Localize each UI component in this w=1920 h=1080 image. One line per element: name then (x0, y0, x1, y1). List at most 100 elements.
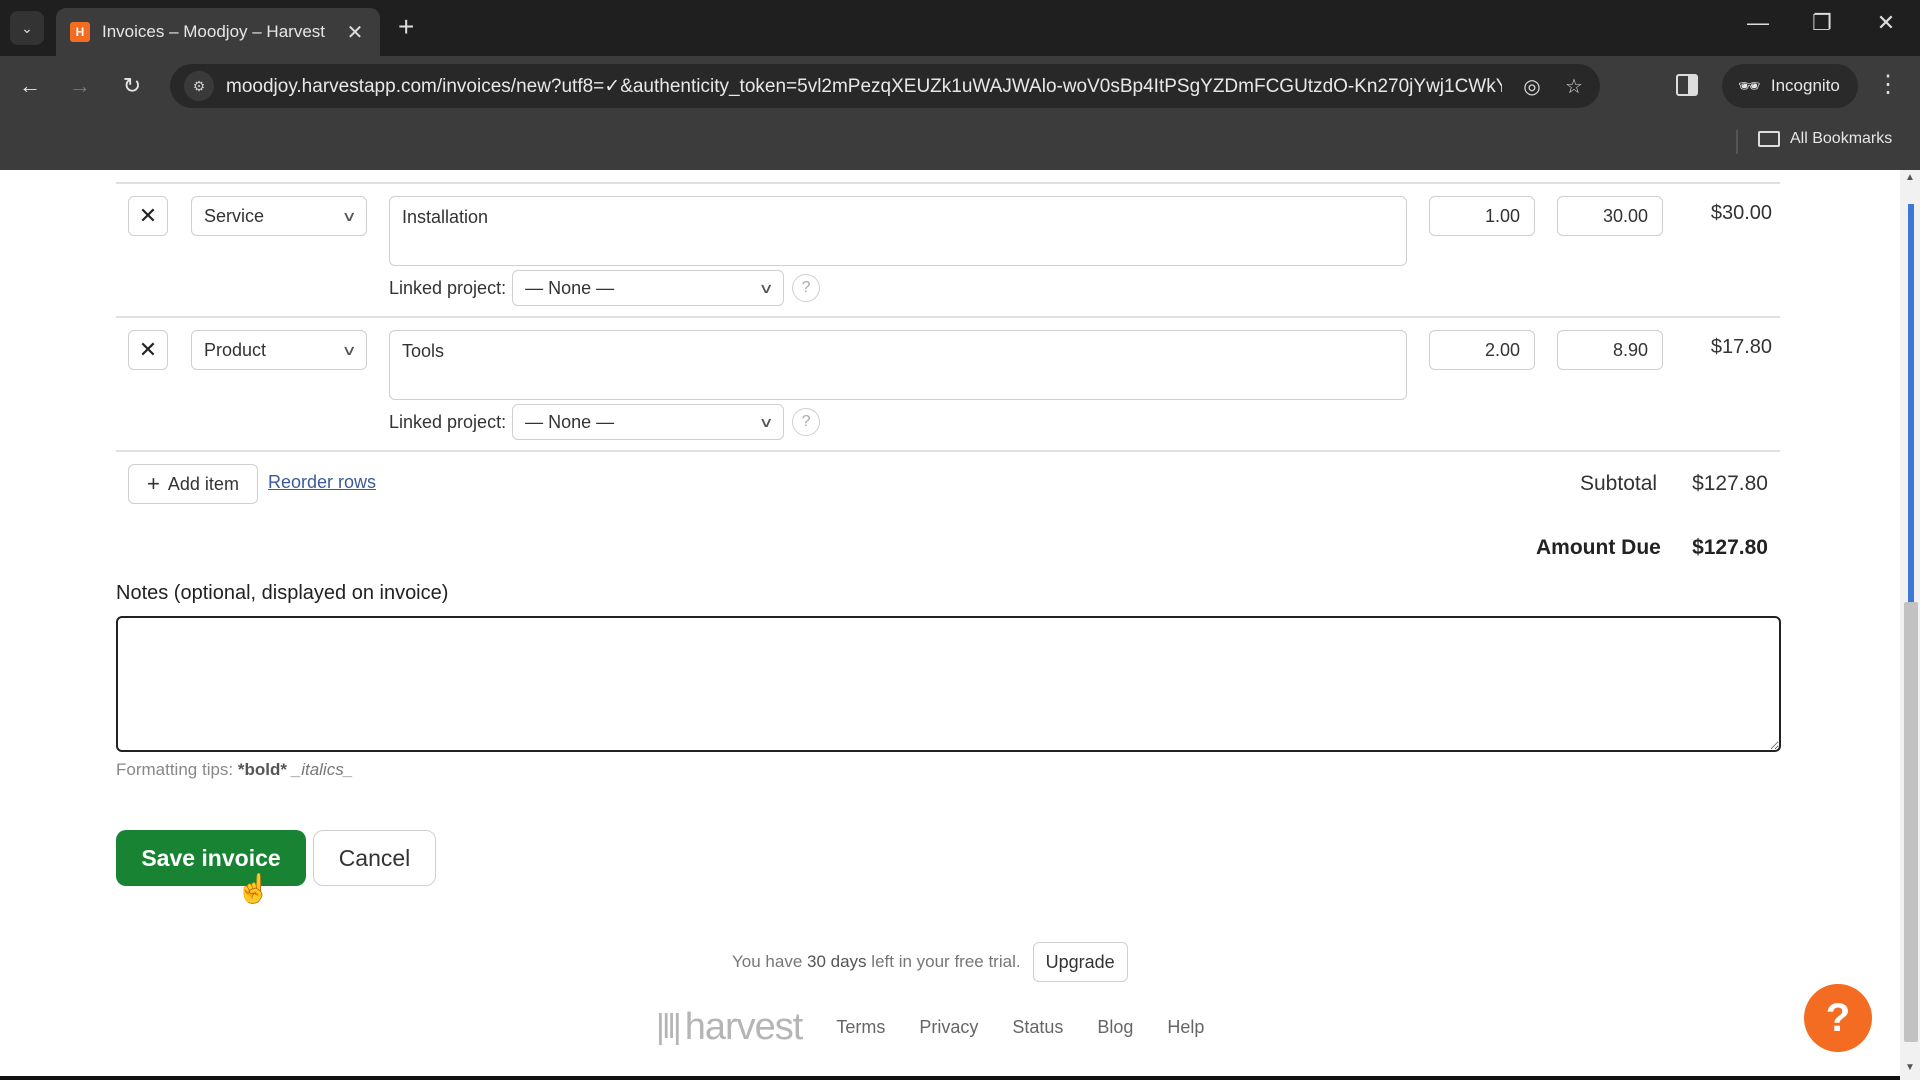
trial-suffix: left in your free trial. (871, 952, 1021, 971)
close-icon: ✕ (138, 337, 158, 362)
item-kind-select[interactable]: Service ∨ (191, 196, 367, 236)
remove-line-item-button[interactable]: ✕ (128, 330, 168, 370)
amount-due-label: Amount Due (1536, 536, 1661, 559)
item-amount: $30.00 (1710, 202, 1772, 224)
reorder-rows-link[interactable]: Reorder rows (268, 472, 376, 493)
linked-project-label: Linked project: (389, 411, 507, 432)
scroll-up-arrow-icon[interactable]: ▲ (1900, 172, 1920, 188)
help-icon[interactable]: ? (792, 274, 821, 302)
formatting-tips: Formatting tips: *bold* _italics_ (116, 760, 353, 780)
chevron-down-icon: ∨ (758, 279, 774, 296)
item-unit-price-input[interactable]: 8.90 (1557, 330, 1663, 370)
kebab-menu-icon[interactable]: ⋮ (1876, 70, 1900, 99)
linked-project-select[interactable]: — None — ∨ (512, 404, 785, 440)
footer-link-help[interactable]: Help (1167, 1017, 1204, 1038)
add-item-button[interactable]: + Add item (128, 464, 258, 504)
divider (116, 182, 1780, 184)
reload-icon[interactable]: ↻ (114, 68, 150, 104)
window-close-icon[interactable]: ✕ (1866, 10, 1906, 36)
linked-project-select[interactable]: — None — ∨ (512, 270, 785, 306)
add-item-label: Add item (167, 473, 239, 494)
incognito-label: Incognito (1770, 76, 1840, 95)
browser-toolbar: ← → ↻ ⚙ moodjoy.harvestapp.com/invoices/… (0, 56, 1920, 116)
subtotal-label: Subtotal (1580, 472, 1658, 495)
footer-link-status[interactable]: Status (1012, 1017, 1063, 1038)
tab-search-button[interactable]: ⌄ (10, 11, 44, 45)
harvest-logo[interactable]: |‖| harvest (656, 1006, 804, 1049)
invoice-form-page: ✕ Service ∨ Installation 1.00 30.00 $30.… (0, 170, 1900, 1080)
amount-due-value: $127.80 (1692, 536, 1768, 559)
side-panel-icon[interactable] (1676, 74, 1698, 96)
item-kind-value: Product (204, 339, 267, 360)
chevron-down-icon: ∨ (758, 413, 774, 430)
scroll-thumb[interactable] (1904, 602, 1918, 1042)
cancel-button[interactable]: Cancel (313, 830, 436, 886)
chevron-down-icon: ∨ (341, 207, 357, 224)
address-bar[interactable]: ⚙ moodjoy.harvestapp.com/invoices/new?ut… (170, 64, 1600, 108)
site-info-icon[interactable]: ⚙ (184, 71, 214, 101)
bookmarks-divider (1736, 130, 1738, 154)
subtotal-value: $127.80 (1692, 472, 1768, 495)
help-icon[interactable]: ? (792, 408, 821, 436)
browser-tab-active[interactable]: H Invoices – Moodjoy – Harvest ✕ (56, 8, 380, 56)
new-tab-button[interactable]: + (398, 12, 414, 42)
trial-notice: You have 30 days left in your free trial… (732, 942, 1128, 982)
remove-line-item-button[interactable]: ✕ (128, 196, 168, 236)
page-scrollbar[interactable]: ▲ ▼ (1900, 170, 1920, 1080)
formatting-tips-prefix: Formatting tips: (116, 760, 234, 779)
linked-project-label: Linked project: (389, 277, 507, 298)
harvest-favicon-icon: H (70, 22, 90, 42)
folder-icon (1758, 131, 1780, 147)
trial-prefix: You have (732, 952, 803, 971)
help-chat-button[interactable]: ? (1804, 984, 1872, 1052)
forward-icon[interactable]: → (62, 68, 98, 104)
item-kind-value: Service (204, 205, 265, 226)
harvest-logo-icon: |‖| (656, 1008, 682, 1046)
linked-project-value: — None — (525, 411, 615, 432)
hand-cursor-icon: ☝ (236, 873, 271, 904)
item-kind-select[interactable]: Product ∨ (191, 330, 367, 370)
incognito-icon: 🕶 (1738, 75, 1761, 96)
formatting-tips-italic: _italics_ (291, 760, 354, 779)
linked-project-value: — None — (525, 277, 615, 298)
all-bookmarks-button[interactable]: All Bookmarks (1758, 130, 1892, 148)
harvest-logo-text: harvest (684, 1006, 804, 1048)
scroll-down-arrow-icon[interactable]: ▼ (1900, 1062, 1920, 1078)
upgrade-button[interactable]: Upgrade (1032, 942, 1128, 982)
trial-days: 30 days (807, 952, 867, 971)
chevron-down-icon: ⌄ (21, 19, 33, 36)
eye-off-icon[interactable]: ◎ (1520, 74, 1544, 99)
footer-link-blog[interactable]: Blog (1097, 1017, 1133, 1038)
url-text[interactable]: moodjoy.harvestapp.com/invoices/new?utf8… (226, 75, 1502, 98)
question-icon: ? (1825, 995, 1851, 1040)
formatting-tips-bold: *bold* (237, 760, 287, 779)
footer-link-terms[interactable]: Terms (836, 1017, 885, 1038)
browser-tabstrip: ⌄ H Invoices – Moodjoy – Harvest ✕ + — ❐… (0, 0, 1920, 56)
notes-textarea[interactable] (116, 616, 1781, 752)
item-quantity-input[interactable]: 1.00 (1429, 196, 1535, 236)
item-description-input[interactable]: Tools (389, 330, 1407, 400)
item-quantity-input[interactable]: 2.00 (1429, 330, 1535, 370)
save-invoice-button[interactable]: Save invoice (116, 830, 306, 886)
divider (116, 450, 1780, 452)
divider (116, 316, 1780, 318)
bookmarks-bar: All Bookmarks (0, 116, 1920, 170)
star-icon[interactable]: ☆ (1562, 74, 1586, 99)
incognito-indicator[interactable]: 🕶 Incognito (1722, 64, 1858, 108)
chevron-down-icon: ∨ (341, 341, 357, 358)
minimize-icon[interactable]: — (1738, 10, 1778, 36)
close-icon: ✕ (138, 203, 158, 228)
tab-close-icon[interactable]: ✕ (344, 20, 366, 45)
item-description-input[interactable]: Installation (389, 196, 1407, 266)
linked-project-row: Linked project: — None — ∨ ? (389, 404, 821, 440)
tab-title: Invoices – Moodjoy – Harvest (102, 22, 325, 41)
item-amount: $17.80 (1710, 336, 1772, 358)
plus-icon: + (147, 471, 160, 496)
item-unit-price-input[interactable]: 30.00 (1557, 196, 1663, 236)
restore-icon[interactable]: ❐ (1802, 10, 1842, 36)
footer: |‖| harvest Terms Privacy Status Blog He… (656, 1006, 1238, 1049)
back-icon[interactable]: ← (12, 68, 48, 104)
footer-link-privacy[interactable]: Privacy (919, 1017, 978, 1038)
linked-project-row: Linked project: — None — ∨ ? (389, 270, 821, 306)
taskbar-edge (0, 1076, 1900, 1080)
